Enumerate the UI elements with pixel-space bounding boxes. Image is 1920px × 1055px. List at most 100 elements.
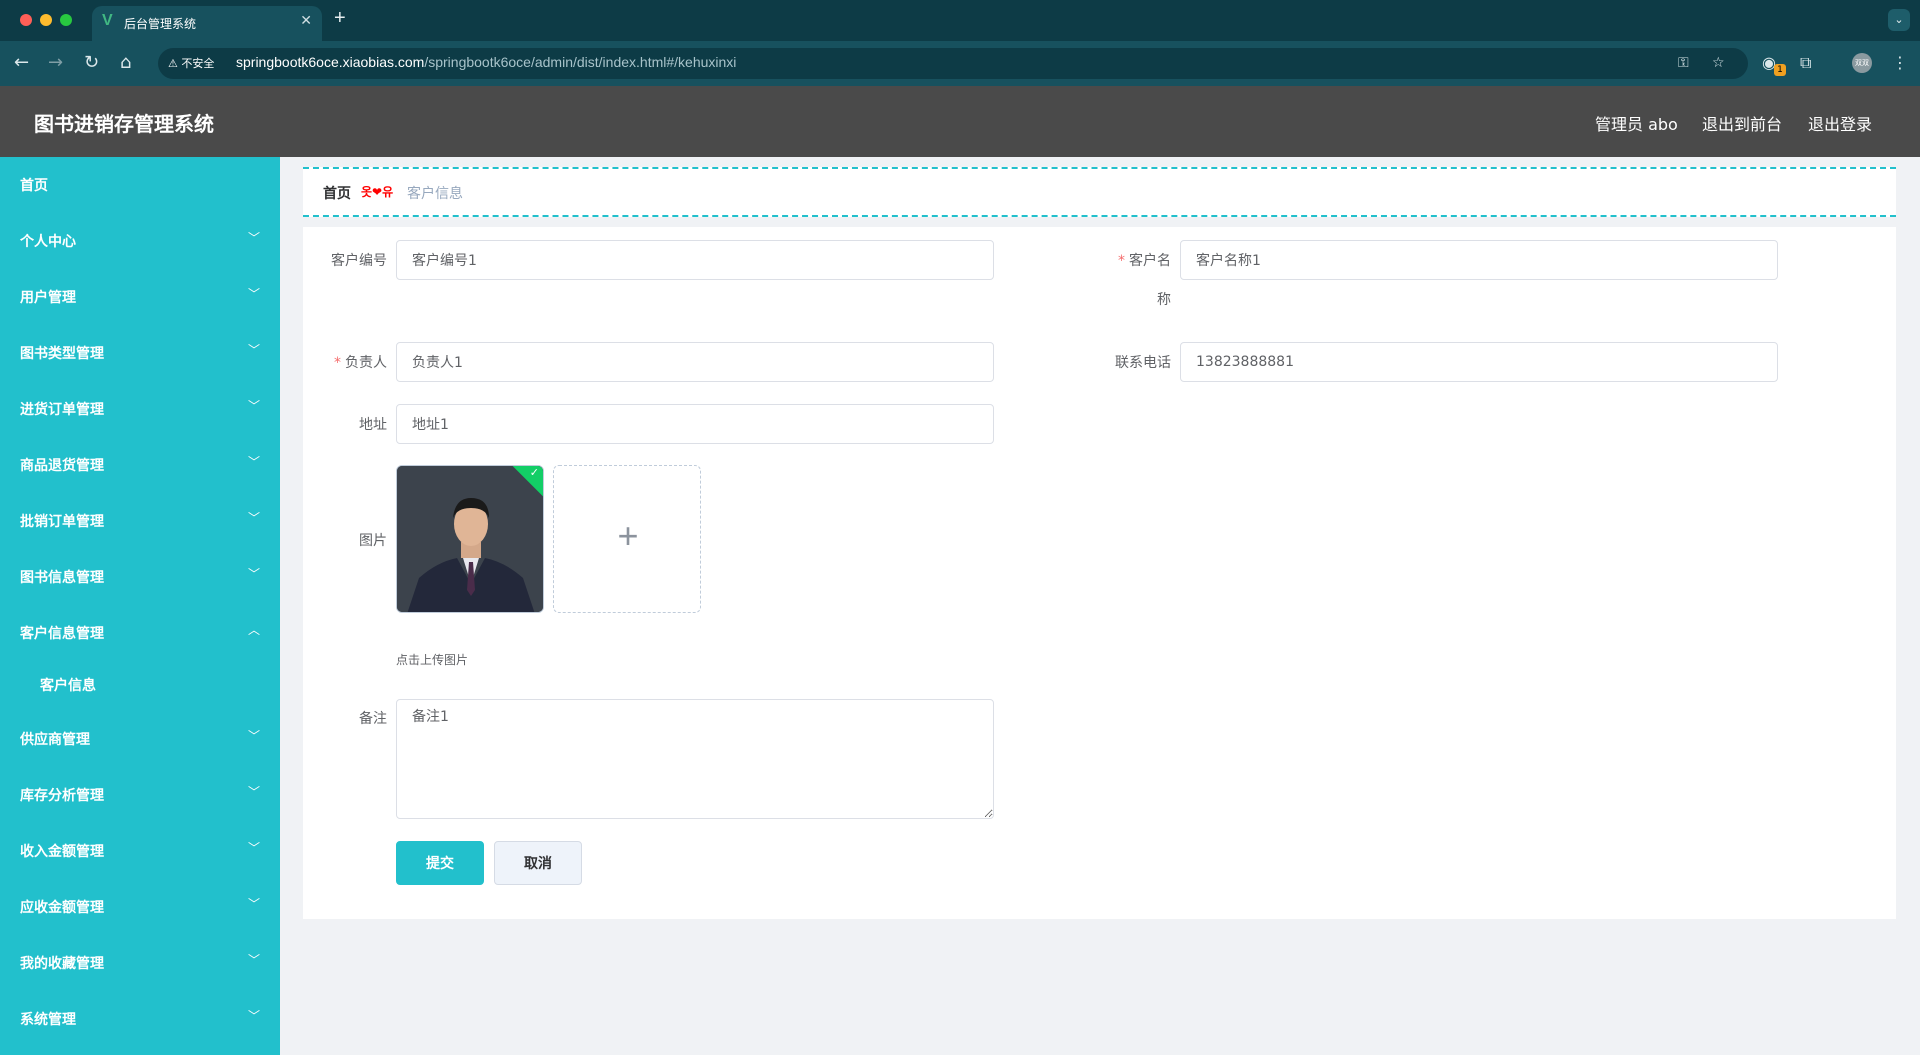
sidebar-item-favorites[interactable]: 我的收藏管理 ﹀ <box>0 935 280 991</box>
sidebar-item-label: 进货订单管理 <box>20 402 104 418</box>
forward-icon[interactable]: → <box>48 52 63 73</box>
customer-name-input[interactable] <box>1180 240 1778 280</box>
chevron-down-icon: ﹀ <box>247 567 260 581</box>
sidebar-item-home[interactable]: 首页 <box>0 157 280 213</box>
sidebar-item-suppliers[interactable]: 供应商管理 ﹀ <box>0 711 280 767</box>
url-host: springbootk6oce.xiaobias.com <box>236 54 425 70</box>
phone-input[interactable] <box>1180 342 1778 382</box>
reload-icon[interactable]: ↻ <box>84 52 99 73</box>
close-icon[interactable]: ✕ <box>300 13 312 29</box>
breadcrumb-current: 客户信息 <box>407 186 463 202</box>
chevron-down-icon[interactable]: ⌄ <box>1888 9 1910 31</box>
address-input[interactable] <box>396 404 994 444</box>
chevron-down-icon: ﹀ <box>247 455 260 469</box>
sidebar-item-label: 系统管理 <box>20 1012 76 1028</box>
sidebar-item-personal-center[interactable]: 个人中心 ﹀ <box>0 213 280 269</box>
sidebar-item-label: 用户管理 <box>20 290 76 306</box>
owner-input[interactable] <box>396 342 994 382</box>
owner-label: * 负责人 <box>327 352 387 372</box>
sidebar-item-income[interactable]: 收入金额管理 ﹀ <box>0 823 280 879</box>
chevron-down-icon: ﹀ <box>247 785 260 799</box>
url-input[interactable]: ⚠ 不安全 springbootk6oce.xiaobias.com/sprin… <box>158 48 1748 79</box>
customer-form: 客户编号 *客户名 称 *负责人 联系电话 地址 图片 ✓ + 点击上传图片 备… <box>303 227 1896 919</box>
check-icon: ✓ <box>529 466 539 479</box>
insecure-warning[interactable]: ⚠ 不安全 <box>168 55 214 71</box>
sidebar-item-label: 收入金额管理 <box>20 844 104 860</box>
customer-no-label: 客户编号 <box>331 253 387 269</box>
more-icon[interactable]: ⋮ <box>1892 53 1908 72</box>
customer-no-input[interactable] <box>396 240 994 280</box>
required-mark: * <box>334 355 341 371</box>
sidebar-item-returns[interactable]: 商品退货管理 ﹀ <box>0 437 280 493</box>
customer-name-label: * 客户名 <box>1111 250 1171 270</box>
chevron-down-icon: ﹀ <box>247 897 260 911</box>
sidebar-item-receivables[interactable]: 应收金额管理 ﹀ <box>0 879 280 935</box>
browser-tab-bar: V 后台管理系统 ✕ + ⌄ <box>0 0 1920 41</box>
person-portrait-icon <box>397 466 543 612</box>
app-header: 图书进销存管理系统 管理员 abo 退出到前台 退出登录 <box>0 86 1920 157</box>
sidebar-item-system[interactable]: 系统管理 ﹀ <box>0 991 280 1047</box>
breadcrumb-separator: 옷❤유 <box>361 185 394 199</box>
to-frontend-link[interactable]: 退出到前台 <box>1702 111 1782 135</box>
url-text: springbootk6oce.xiaobias.com/springbootk… <box>236 54 736 70</box>
address-label: 地址 <box>359 417 387 433</box>
extension-badge: 1 <box>1774 64 1786 76</box>
sidebar-item-customer-management[interactable]: 客户信息管理 ︿ <box>0 605 280 661</box>
customer-name-label-text: 客户名 <box>1129 253 1171 269</box>
profile-avatar[interactable]: 双双 <box>1852 53 1872 73</box>
breadcrumb-home[interactable]: 首页 <box>323 183 351 203</box>
sidebar-item-label: 图书类型管理 <box>20 346 104 362</box>
close-window-button[interactable] <box>20 14 32 26</box>
logout-link[interactable]: 退出登录 <box>1808 111 1872 135</box>
insecure-label: 不安全 <box>181 57 215 70</box>
puzzle-icon[interactable]: ⧉ <box>1800 53 1811 73</box>
new-tab-icon[interactable]: + <box>334 7 346 30</box>
sidebar-item-label: 库存分析管理 <box>20 788 104 804</box>
sidebar-item-label: 首页 <box>20 178 48 194</box>
sidebar-item-label: 我的收藏管理 <box>20 956 104 972</box>
chevron-down-icon: ﹀ <box>247 231 260 245</box>
sidebar-item-label: 客户信息管理 <box>20 626 104 642</box>
chevron-down-icon: ﹀ <box>247 287 260 301</box>
chevron-down-icon: ﹀ <box>247 1009 260 1023</box>
app-title: 图书进销存管理系统 <box>34 112 214 136</box>
cancel-button[interactable]: 取消 <box>494 841 582 885</box>
phone-label: 联系电话 <box>1115 355 1171 371</box>
plus-icon: + <box>617 515 639 556</box>
owner-label-text: 负责人 <box>345 355 387 371</box>
sidebar-item-book-info[interactable]: 图书信息管理 ﹀ <box>0 549 280 605</box>
sidebar-item-wholesale-orders[interactable]: 批销订单管理 ﹀ <box>0 493 280 549</box>
browser-tab[interactable]: V 后台管理系统 ✕ <box>92 6 322 41</box>
minimize-window-button[interactable] <box>40 14 52 26</box>
key-icon[interactable]: ⚿ <box>1678 55 1689 71</box>
home-icon[interactable]: ⌂ <box>120 52 131 73</box>
browser-address-bar: ← → ↻ ⌂ ⚠ 不安全 springbootk6oce.xiaobias.c… <box>0 41 1920 86</box>
uploaded-image[interactable]: ✓ <box>396 465 544 613</box>
sidebar-item-users[interactable]: 用户管理 ﹀ <box>0 269 280 325</box>
sidebar-item-inventory-analysis[interactable]: 库存分析管理 ﹀ <box>0 767 280 823</box>
required-mark: * <box>1118 253 1125 269</box>
sidebar-subitem-customer-info[interactable]: 客户信息 <box>0 657 280 713</box>
sidebar-item-purchase-orders[interactable]: 进货订单管理 ﹀ <box>0 381 280 437</box>
remark-textarea[interactable]: 备注1 <box>396 699 994 819</box>
chevron-down-icon: ﹀ <box>247 841 260 855</box>
chevron-down-icon: ﹀ <box>247 399 260 413</box>
chevron-down-icon: ﹀ <box>247 729 260 743</box>
chevron-down-icon: ﹀ <box>247 511 260 525</box>
back-icon[interactable]: ← <box>14 52 29 73</box>
remark-label: 备注 <box>359 711 387 727</box>
star-icon[interactable]: ☆ <box>1712 55 1725 71</box>
sidebar-item-book-types[interactable]: 图书类型管理 ﹀ <box>0 325 280 381</box>
vue-logo-icon: V <box>102 12 113 29</box>
submit-button[interactable]: 提交 <box>396 841 484 885</box>
sidebar-item-label: 客户信息 <box>40 678 96 694</box>
tab-title: 后台管理系统 <box>124 17 197 31</box>
url-path: /springbootk6oce/admin/dist/index.html#/… <box>424 54 737 70</box>
user-label: 管理员 abo <box>1595 115 1678 134</box>
upload-add-button[interactable]: + <box>553 465 701 613</box>
sidebar-item-label: 图书信息管理 <box>20 570 104 586</box>
sidebar-item-label: 个人中心 <box>20 234 76 250</box>
sidebar-item-label: 批销订单管理 <box>20 514 104 530</box>
maximize-window-button[interactable] <box>60 14 72 26</box>
chevron-down-icon: ﹀ <box>247 343 260 357</box>
